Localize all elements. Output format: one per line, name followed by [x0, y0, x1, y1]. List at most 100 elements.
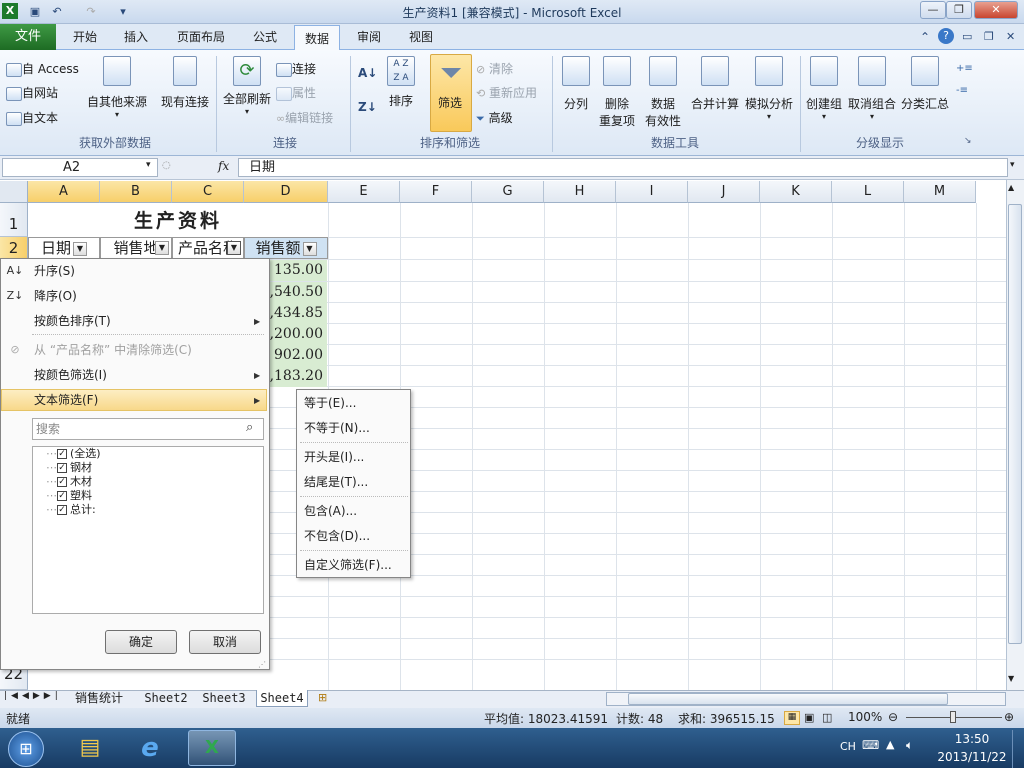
help-icon[interactable]: ? — [938, 28, 954, 44]
from-text-button[interactable]: 自文本 — [6, 109, 58, 126]
sheet-tab-sales[interactable]: 销售统计 — [64, 690, 134, 707]
search-icon[interactable]: ⌕ — [246, 420, 253, 435]
tab-view[interactable]: 视图 — [400, 24, 442, 50]
resize-grip-icon[interactable]: ⋰ — [258, 660, 266, 669]
expand-formula-bar-icon[interactable]: ▾ — [1010, 160, 1015, 170]
keyboard-icon[interactable]: ⌨ — [862, 738, 879, 752]
data-validation-button[interactable]: 数据 有效性 — [640, 56, 686, 129]
doc-close-icon[interactable]: ✕ — [1006, 30, 1015, 43]
menu-text-filter[interactable]: 文本筛选(F) — [34, 389, 98, 411]
checkbox-checked-icon[interactable]: ✓ — [57, 477, 67, 487]
from-other-sources-button[interactable]: 自其他来源 ▾ — [86, 56, 148, 119]
header-cell-region[interactable]: 销售地 ▼ — [100, 237, 172, 259]
submenu-not-equals[interactable]: 不等于(N)... — [304, 417, 370, 439]
column-header-j[interactable]: J — [688, 181, 760, 203]
text-to-columns-button[interactable]: 分列 — [558, 56, 594, 112]
column-header-b[interactable]: B — [100, 181, 172, 203]
tab-file[interactable]: 文件 — [0, 24, 56, 50]
header-cell-product[interactable]: 产品名称 ▼ — [172, 237, 244, 259]
header-cell-sales[interactable]: 销售额 ▼ — [244, 237, 328, 259]
column-header-g[interactable]: G — [472, 181, 544, 203]
sort-ascending-icon[interactable]: A↓ — [358, 66, 377, 80]
tab-formulas[interactable]: 公式 — [244, 24, 286, 50]
filter-dropdown-icon[interactable]: ▼ — [73, 241, 87, 256]
start-button-icon[interactable]: ⊞ — [8, 731, 44, 767]
column-header-l[interactable]: L — [832, 181, 904, 203]
list-item[interactable]: ⋯✓ 总计: — [46, 503, 96, 517]
checkbox-checked-icon[interactable]: ✓ — [57, 449, 67, 459]
zoom-slider-thumb[interactable] — [950, 711, 956, 723]
menu-sort-by-color[interactable]: 按颜色排序(T) — [34, 310, 111, 332]
column-header-i[interactable]: I — [616, 181, 688, 203]
submenu-equals[interactable]: 等于(E)... — [304, 392, 356, 414]
doc-restore-icon[interactable]: ❐ — [984, 30, 994, 43]
submenu-custom-filter[interactable]: 自定义筛选(F)... — [304, 554, 392, 576]
clock-time[interactable]: 13:50 — [940, 732, 1004, 746]
tab-home[interactable]: 开始 — [64, 24, 106, 50]
sheet-tab-4[interactable]: Sheet4 — [256, 690, 308, 707]
list-item[interactable]: ⋯✓ 木材 — [46, 475, 92, 489]
scroll-thumb[interactable] — [1008, 204, 1022, 644]
insert-sheet-icon[interactable]: ⊞ — [318, 691, 327, 704]
from-web-button[interactable]: 自网站 — [6, 84, 58, 101]
volume-icon[interactable]: 🔈︎ — [906, 738, 913, 753]
normal-view-icon[interactable]: ▦ — [784, 711, 800, 725]
list-item[interactable]: ⋯✓ 塑料 — [46, 489, 92, 503]
scroll-up-icon[interactable]: ▲ — [1008, 183, 1014, 192]
excel-taskbar-icon[interactable]: X — [188, 730, 236, 766]
column-header-a[interactable]: A — [28, 181, 100, 203]
cancel-button[interactable]: 取消 — [189, 630, 261, 654]
sheet-tab-3[interactable]: Sheet3 — [198, 690, 250, 707]
column-header-d[interactable]: D — [244, 181, 328, 203]
group-button[interactable]: 创建组 ▾ — [804, 56, 844, 121]
column-header-c[interactable]: C — [172, 181, 244, 203]
ok-button[interactable]: 确定 — [105, 630, 177, 654]
formula-bar-resize-icon[interactable]: ◌ — [162, 160, 171, 171]
formula-input[interactable]: 日期 — [238, 158, 1008, 177]
filter-dropdown-icon[interactable]: ▼ — [227, 241, 241, 255]
checkbox-checked-icon[interactable]: ✓ — [57, 463, 67, 473]
page-layout-view-icon[interactable]: ▣ — [804, 711, 814, 724]
advanced-filter-button[interactable]: ⏷ 高级 — [476, 109, 513, 126]
internet-explorer-icon[interactable]: e — [130, 732, 170, 764]
header-cell-date[interactable]: 日期 ▼ — [28, 237, 100, 259]
row-header-1[interactable]: 1 — [0, 203, 28, 237]
submenu-does-not-contain[interactable]: 不包含(D)... — [304, 525, 370, 547]
minimize-button[interactable]: — — [920, 1, 946, 19]
horizontal-scroll-thumb[interactable] — [628, 693, 948, 705]
column-header-f[interactable]: F — [400, 181, 472, 203]
subtotal-button[interactable]: 分类汇总 — [900, 56, 950, 112]
scroll-down-icon[interactable]: ▼ — [1008, 674, 1014, 683]
menu-clear-filter[interactable]: 从 “产品名称” 中清除筛选(C) — [34, 339, 192, 361]
row-header-2[interactable]: 2 — [0, 237, 28, 259]
menu-filter-by-color[interactable]: 按颜色筛选(I) — [34, 364, 107, 386]
column-header-h[interactable]: H — [544, 181, 616, 203]
list-item[interactable]: ⋯✓ (全选) — [46, 447, 101, 461]
column-header-m[interactable]: M — [904, 181, 976, 203]
show-hide-detail-icon[interactable]: +≡ -≡ — [956, 58, 973, 102]
filter-search-input[interactable]: 搜索 — [32, 418, 264, 440]
tab-page-layout[interactable]: 页面布局 — [168, 24, 234, 50]
close-button[interactable]: ✕ — [974, 1, 1018, 19]
sheet-tab-2[interactable]: Sheet2 — [140, 690, 192, 707]
clear-filter-button[interactable]: ⊘ 清除 — [476, 60, 513, 77]
consolidate-button[interactable]: 合并计算 — [690, 56, 740, 112]
refresh-all-button[interactable]: ⟳ 全部刷新 ▾ — [220, 56, 274, 116]
language-indicator[interactable]: CH — [840, 740, 856, 753]
clock-date[interactable]: 2013/11/22 — [936, 750, 1008, 764]
remove-duplicates-button[interactable]: 删除 重复项 — [598, 56, 636, 129]
edit-links-button[interactable]: ∞编辑链接 — [276, 109, 333, 126]
checkbox-checked-icon[interactable]: ✓ — [57, 491, 67, 501]
menu-sort-descending[interactable]: 降序(O) — [34, 285, 77, 307]
doc-minimize-icon[interactable]: ▭ — [962, 30, 972, 43]
zoom-level[interactable]: 100% — [848, 710, 882, 724]
submenu-ends-with[interactable]: 结尾是(T)... — [304, 471, 368, 493]
insert-function-icon[interactable]: fx — [218, 159, 229, 173]
dialog-launcher-icon[interactable]: ↘ — [964, 136, 972, 146]
sort-descending-icon[interactable]: Z↓ — [358, 100, 377, 114]
zoom-in-icon[interactable]: ⊕ — [1004, 710, 1014, 724]
reapply-button[interactable]: ⟲ 重新应用 — [476, 84, 537, 101]
connections-button[interactable]: 连接 — [276, 60, 316, 77]
tab-review[interactable]: 审阅 — [348, 24, 390, 50]
sheet-nav-icon[interactable]: |◀◀▶▶| — [4, 691, 62, 701]
